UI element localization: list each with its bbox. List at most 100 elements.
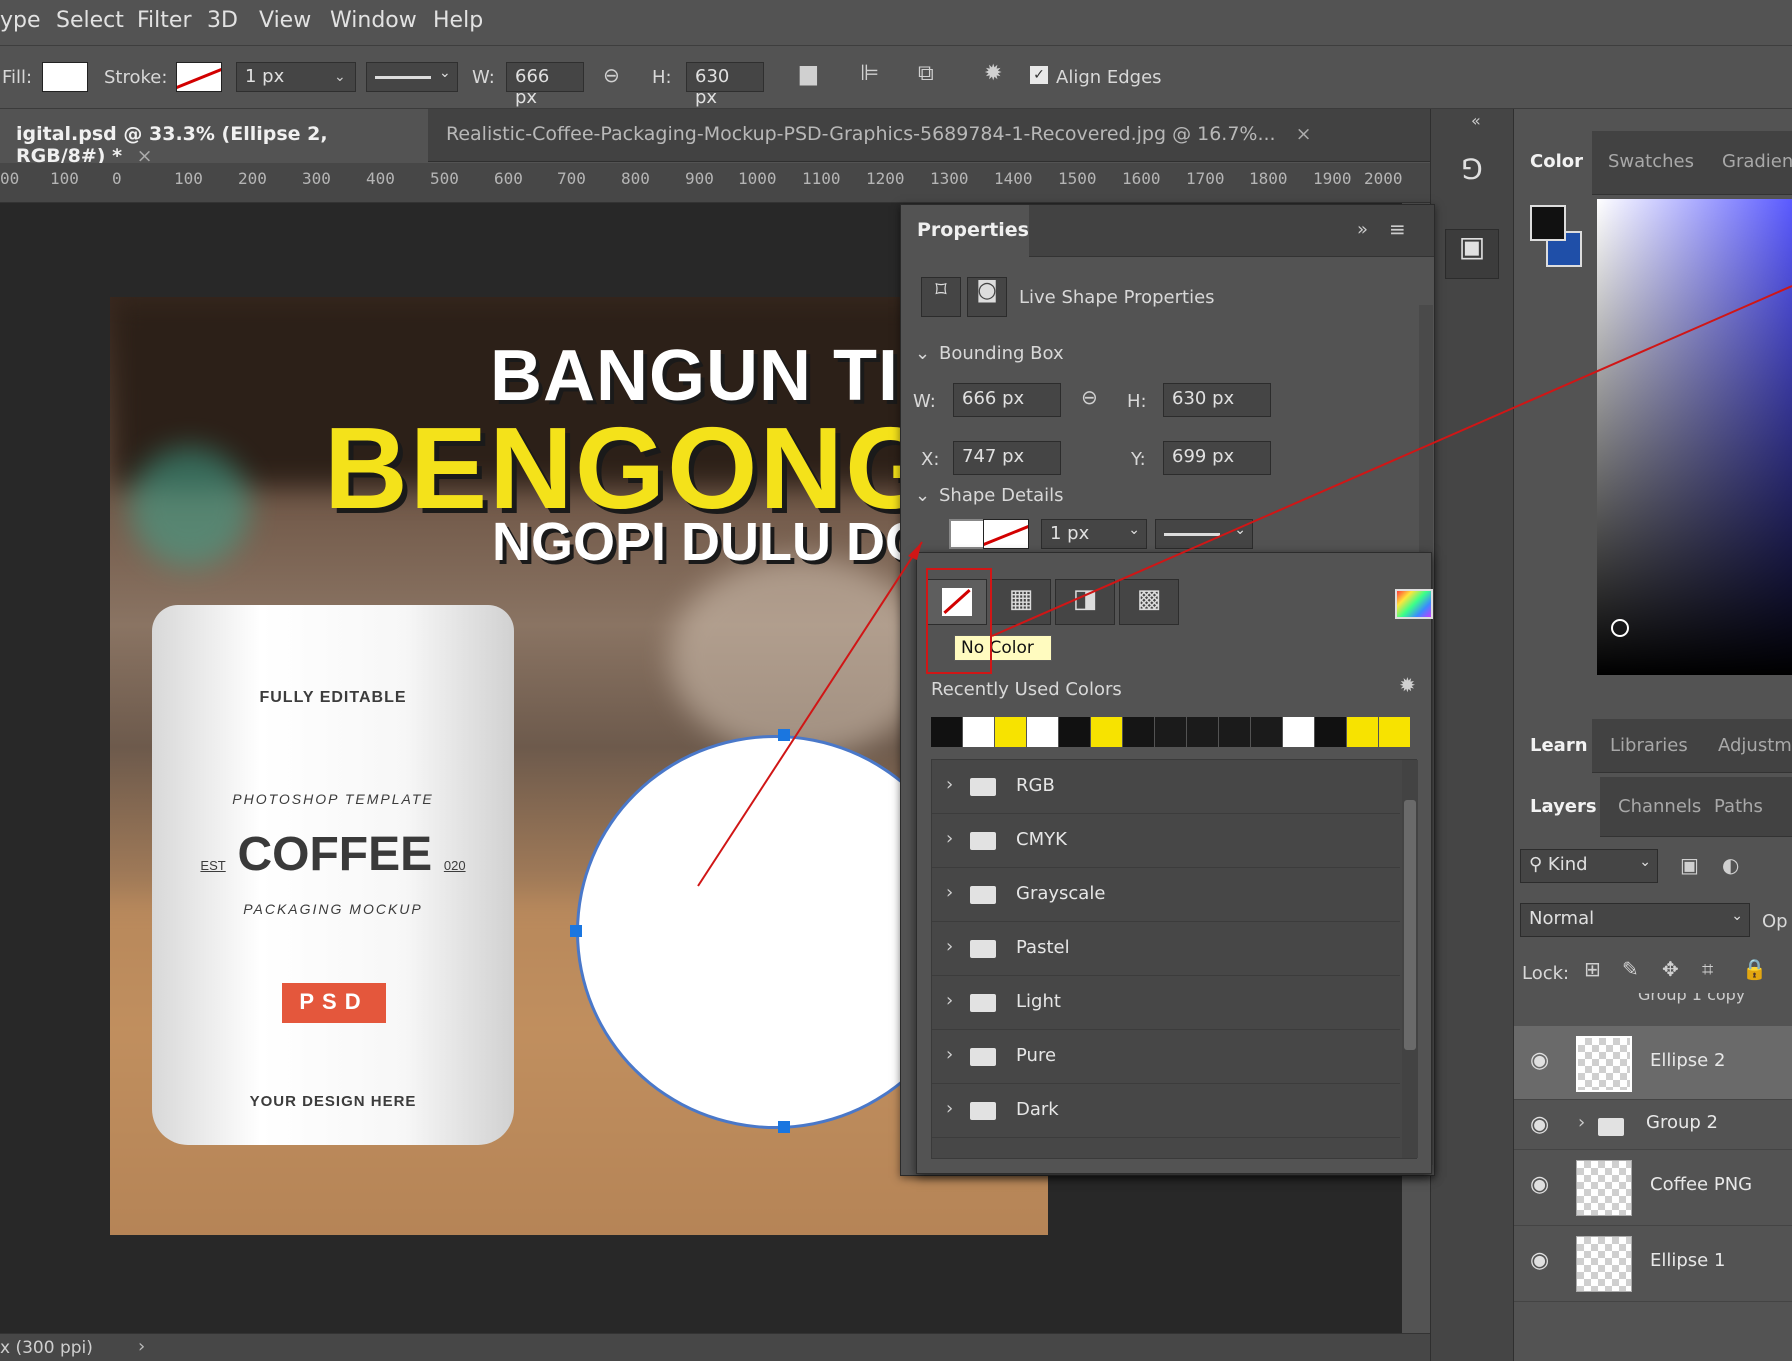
foreground-color-swatch[interactable] bbox=[1530, 205, 1566, 241]
chevron-right-icon[interactable]: › bbox=[138, 1336, 145, 1357]
expand-icon[interactable]: » bbox=[1357, 219, 1368, 240]
recent-color-swatch[interactable] bbox=[1059, 717, 1090, 747]
recent-color-swatch[interactable] bbox=[1251, 717, 1282, 747]
tab-swatches[interactable]: Swatches bbox=[1608, 151, 1694, 172]
width-field[interactable]: 666 px bbox=[506, 62, 584, 108]
gear-icon[interactable]: ✹ bbox=[1399, 673, 1416, 697]
eye-icon[interactable]: ◉ bbox=[1530, 1112, 1549, 1137]
height-field[interactable]: 630 px bbox=[1163, 383, 1271, 417]
layer-row[interactable]: ◉ Ellipse 1 bbox=[1514, 1226, 1792, 1302]
layer-row[interactable]: ◉ Coffee PNG bbox=[1514, 1150, 1792, 1226]
live-shape-icon[interactable]: ⌑ bbox=[921, 277, 961, 317]
swatch-group-light[interactable]: › Light bbox=[932, 976, 1400, 1030]
path-operations-icon[interactable]: ▆ bbox=[800, 61, 817, 86]
close-icon[interactable]: × bbox=[1296, 123, 1312, 145]
history-panel-icon[interactable]: ⅁ bbox=[1445, 153, 1499, 203]
stroke-swatch[interactable] bbox=[176, 62, 222, 92]
scrollbar-thumb[interactable] bbox=[1404, 800, 1416, 1050]
recent-color-swatch[interactable] bbox=[1187, 717, 1218, 747]
adjustment-filter-icon[interactable]: ◐ bbox=[1722, 853, 1739, 877]
tab-color[interactable]: Color bbox=[1530, 151, 1583, 172]
mask-icon[interactable]: ◙ bbox=[967, 277, 1007, 317]
recent-color-swatch[interactable] bbox=[1315, 717, 1346, 747]
transform-handle[interactable] bbox=[570, 925, 582, 937]
recent-color-swatch[interactable] bbox=[1091, 717, 1122, 747]
menu-filter[interactable]: Filter bbox=[137, 8, 191, 33]
tab-paths[interactable]: Paths bbox=[1714, 796, 1763, 817]
recent-color-swatch[interactable] bbox=[995, 717, 1026, 747]
recent-color-swatch[interactable] bbox=[931, 717, 962, 747]
height-field[interactable]: 630 px bbox=[686, 62, 764, 108]
layer-row[interactable]: ◉ › Group 2 bbox=[1514, 1100, 1792, 1150]
tab-coffee-mockup[interactable]: Realistic-Coffee-Packaging-Mockup-PSD-Gr… bbox=[430, 109, 1360, 162]
y-field[interactable]: 699 px bbox=[1163, 441, 1271, 475]
link-icon[interactable]: ⊖ bbox=[1081, 385, 1098, 409]
horizontal-ruler[interactable]: 00 100 0 100 200 300 400 500 600 700 800… bbox=[0, 163, 1430, 203]
color-picker-icon[interactable] bbox=[1395, 589, 1433, 619]
transform-handle[interactable] bbox=[778, 1121, 790, 1133]
image-filter-icon[interactable]: ▣ bbox=[1680, 853, 1699, 877]
tab-active-document[interactable]: igital.psd @ 33.3% (Ellipse 2, RGB/8#) *… bbox=[0, 109, 428, 167]
menu-view[interactable]: View bbox=[259, 8, 311, 33]
lock-pixels-icon[interactable]: ✎ bbox=[1622, 957, 1639, 981]
swatch-group-grayscale[interactable]: › Grayscale bbox=[932, 868, 1400, 922]
chevron-right-icon[interactable]: › bbox=[1578, 1112, 1585, 1133]
stroke-type-dropdown[interactable]: ⌄ bbox=[366, 62, 458, 92]
swatch-group-cmyk[interactable]: › CMYK bbox=[932, 814, 1400, 868]
align-edges-label[interactable]: Align Edges bbox=[1056, 67, 1162, 88]
x-field[interactable]: 747 px bbox=[953, 441, 1061, 475]
eye-icon[interactable]: ◉ bbox=[1530, 1048, 1549, 1073]
stroke-swatch[interactable] bbox=[983, 519, 1029, 549]
swatch-group-rgb[interactable]: › RGB bbox=[932, 760, 1400, 814]
recent-color-swatch[interactable] bbox=[1123, 717, 1154, 747]
gradient-button[interactable]: ◨ bbox=[1055, 579, 1115, 625]
swatch-list-scrollbar[interactable] bbox=[1402, 760, 1418, 1158]
recent-color-swatch[interactable] bbox=[1027, 717, 1058, 747]
lock-position-icon[interactable]: ✥ bbox=[1662, 957, 1679, 981]
swatch-group-pastel[interactable]: › Pastel bbox=[932, 922, 1400, 976]
recent-color-swatch[interactable] bbox=[1347, 717, 1378, 747]
swatch-group-dark[interactable]: › Dark bbox=[932, 1084, 1400, 1138]
recent-color-swatch[interactable] bbox=[1283, 717, 1314, 747]
menu-3d[interactable]: 3D bbox=[207, 8, 238, 33]
color-picker-cursor[interactable] bbox=[1611, 619, 1629, 637]
menu-help[interactable]: Help bbox=[433, 8, 483, 33]
eye-icon[interactable]: ◉ bbox=[1530, 1172, 1549, 1197]
tab-libraries[interactable]: Libraries bbox=[1610, 735, 1688, 756]
stroke-type-dropdown[interactable]: ⌄ bbox=[1155, 519, 1253, 549]
color-picker-field[interactable] bbox=[1597, 199, 1792, 675]
tab-adjustments[interactable]: Adjustm bbox=[1718, 735, 1792, 756]
transform-handle[interactable] bbox=[778, 729, 790, 741]
layer-row-partial[interactable]: Group 1 copy bbox=[1514, 993, 1792, 1007]
stroke-width-field[interactable]: 1 px ⌄ bbox=[1041, 519, 1147, 549]
recent-color-swatch[interactable] bbox=[1219, 717, 1250, 747]
pattern-button[interactable]: ▩ bbox=[1119, 579, 1179, 625]
collapse-icon[interactable]: « bbox=[1471, 111, 1481, 130]
tab-learn[interactable]: Learn bbox=[1530, 735, 1588, 756]
tab-layers[interactable]: Layers bbox=[1530, 796, 1597, 817]
recent-color-swatch[interactable] bbox=[1155, 717, 1186, 747]
3d-panel-icon[interactable]: ▣ bbox=[1445, 229, 1499, 279]
chevron-down-icon[interactable]: ⌄ bbox=[915, 485, 930, 506]
solid-color-button[interactable]: ▦ bbox=[991, 579, 1051, 625]
tab-gradients[interactable]: Gradien bbox=[1722, 151, 1792, 172]
gear-icon[interactable]: ✹ bbox=[984, 61, 1002, 86]
menu-type[interactable]: ype bbox=[0, 8, 41, 33]
tab-channels[interactable]: Channels bbox=[1618, 796, 1701, 817]
fill-swatch[interactable] bbox=[42, 62, 88, 92]
lock-artboard-icon[interactable]: ⌗ bbox=[1702, 957, 1713, 981]
menu-window[interactable]: Window bbox=[330, 8, 417, 33]
lock-all-icon[interactable]: 🔒 bbox=[1742, 957, 1767, 981]
tab-properties[interactable]: Properties bbox=[901, 205, 1029, 257]
swatch-group-pure[interactable]: › Pure bbox=[932, 1030, 1400, 1084]
lock-transparent-icon[interactable]: ⊞ bbox=[1584, 957, 1601, 981]
recent-color-swatch[interactable] bbox=[963, 717, 994, 747]
path-arrangement-icon[interactable]: ⧉ bbox=[918, 61, 934, 86]
layer-row-selected[interactable]: ◉ Ellipse 2 bbox=[1514, 1026, 1792, 1100]
chevron-down-icon[interactable]: ⌄ bbox=[915, 343, 930, 364]
path-alignment-icon[interactable]: ⊫ bbox=[860, 61, 879, 86]
layer-filter-kind[interactable]: ⚲ Kind ⌄ bbox=[1520, 849, 1658, 883]
eye-icon[interactable]: ◉ bbox=[1530, 1248, 1549, 1273]
width-field[interactable]: 666 px bbox=[953, 383, 1061, 417]
chevron-down-icon[interactable]: ⌄ bbox=[334, 69, 346, 85]
